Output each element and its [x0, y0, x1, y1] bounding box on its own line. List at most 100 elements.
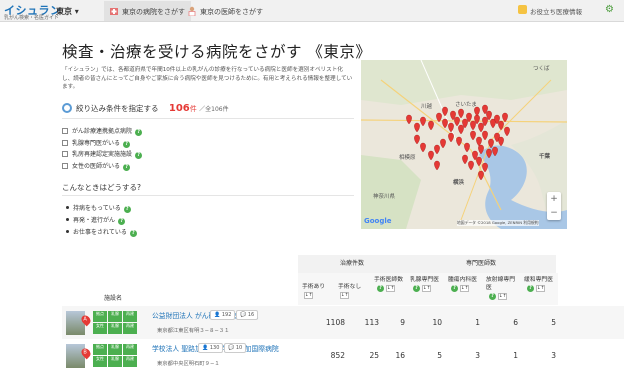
comment-count[interactable]: 💬 16	[236, 310, 259, 320]
sort-button[interactable]: ↓↑	[304, 292, 313, 299]
filter-option[interactable]: がん診療連携拠点病院?	[62, 126, 143, 138]
map-marker-icon[interactable]	[498, 120, 504, 131]
hospital-photo[interactable]	[66, 344, 85, 368]
help-icon[interactable]: ?	[135, 152, 143, 159]
map-marker-icon[interactable]	[482, 130, 488, 141]
map-marker-icon[interactable]	[428, 120, 434, 131]
checkbox[interactable]	[62, 128, 68, 134]
table-row[interactable]: A 拠点 乳腺 再建女性 乳腺 再建 公益財団法人 がん研究会 有明病院 👤 192 💬…	[62, 306, 624, 339]
help-icon[interactable]: ?	[451, 285, 458, 292]
map-marker-icon[interactable]	[478, 170, 484, 181]
map-marker-icon[interactable]	[470, 130, 476, 141]
hospital-map[interactable]: つくば さいたま 千葉 相模原 横浜 神奈川県 川越 + − Google 地図…	[361, 60, 567, 229]
help-icon[interactable]: ?	[527, 285, 534, 292]
zoom-in-button[interactable]: +	[547, 192, 561, 206]
map-marker-icon[interactable]	[428, 150, 434, 161]
checkbox[interactable]	[62, 151, 68, 157]
map-marker-icon[interactable]	[486, 148, 492, 159]
filter-toggle[interactable]: 絞り込み条件を指定する 106件 ／全106件	[62, 103, 229, 114]
help-icon[interactable]: ?	[413, 285, 420, 292]
map-marker-icon[interactable]	[476, 136, 482, 147]
like-count[interactable]: 👤 192	[210, 310, 236, 320]
feature-badge: 乳腺	[108, 356, 122, 367]
tab-doctors-label: 東京の医師をさがす	[200, 8, 263, 16]
map-marker-icon[interactable]	[476, 156, 482, 167]
gear-icon[interactable]: ⚙	[605, 4, 614, 15]
useful-info-link[interactable]: お役立ち医療情報	[518, 5, 582, 16]
map-marker-icon[interactable]	[458, 108, 464, 119]
comment-count[interactable]: 💬 10	[224, 343, 247, 353]
help-icon[interactable]: ?	[135, 129, 143, 136]
sort-button[interactable]: ↓↑	[422, 285, 431, 292]
help-icon[interactable]: ?	[123, 206, 131, 213]
column-header: 緩和専門医 ? ↓↑	[520, 273, 558, 305]
map-marker-icon[interactable]	[442, 118, 448, 129]
map-marker-icon[interactable]	[420, 116, 426, 127]
map-marker-icon[interactable]	[458, 124, 464, 135]
map-marker-icon[interactable]	[448, 122, 454, 133]
map-credit[interactable]: 地図データ ©2018 Google, ZENRIN 利用規約	[457, 220, 539, 226]
map-marker-icon[interactable]	[420, 142, 426, 153]
column-header-label: 腫瘍内科医	[448, 277, 477, 283]
map-marker-icon[interactable]	[474, 106, 480, 117]
help-icon[interactable]: ?	[377, 285, 384, 292]
table-row[interactable]: B 拠点乳腺再建女性乳腺再建 学校法人 聖路加国際大学 聖路加国際病院 👤 13…	[62, 339, 624, 372]
value-cell: 1	[513, 351, 518, 360]
map-marker-icon[interactable]	[502, 112, 508, 123]
map-marker-icon[interactable]	[406, 114, 412, 125]
help-icon[interactable]: ?	[118, 218, 126, 225]
map-marker-icon[interactable]	[442, 106, 448, 117]
hospital-photo[interactable]	[66, 311, 85, 335]
checkbox[interactable]	[62, 162, 68, 169]
map-marker-icon[interactable]	[462, 154, 468, 165]
filter-option[interactable]: 乳腺専門医がいる?	[62, 138, 142, 150]
help-icon[interactable]: ?	[129, 230, 137, 237]
help-icon[interactable]: ?	[489, 293, 496, 300]
map-marker-icon[interactable]	[464, 142, 470, 153]
map-marker-icon[interactable]	[414, 122, 420, 133]
region-selector[interactable]: 東京 ▾	[56, 6, 79, 17]
tab-doctors[interactable]: 東京の医師をさがす	[182, 1, 269, 21]
column-header: 腫瘍内科医 ? ↓↑	[444, 273, 482, 305]
map-marker-icon[interactable]	[498, 136, 504, 147]
tab-hospitals[interactable]: 東京の病院をさがす	[104, 1, 191, 21]
map-marker-icon[interactable]	[454, 116, 460, 127]
help-icon[interactable]: ?	[123, 163, 131, 171]
map-marker-icon[interactable]	[488, 138, 494, 149]
when-item-label: 再発・進行がん	[73, 217, 116, 224]
sort-button[interactable]: ↓↑	[386, 285, 395, 292]
map-marker-icon[interactable]	[448, 132, 454, 143]
checkbox[interactable]	[62, 139, 68, 146]
help-icon[interactable]: ?	[123, 140, 131, 148]
column-header: 手術医師数 ? ↓↑	[370, 273, 406, 305]
map-marker-icon[interactable]	[478, 144, 484, 155]
value-cell: 25	[369, 351, 379, 360]
filter-option[interactable]: 女性の医師がいる?	[62, 161, 142, 173]
map-marker-icon[interactable]	[482, 162, 488, 173]
sort-button[interactable]: ↓↑	[536, 285, 545, 292]
like-count[interactable]: 👤 130	[198, 343, 224, 353]
sort-button[interactable]: ↓↑	[498, 293, 507, 300]
google-logo: Google	[364, 217, 392, 225]
feature-badge: 女性	[93, 356, 107, 367]
value-cell: 6	[513, 318, 518, 327]
when-item[interactable]: 再発・進行がん?	[66, 215, 137, 227]
map-marker-icon[interactable]	[468, 160, 474, 171]
when-item[interactable]: お仕事をされている?	[66, 227, 137, 239]
zoom-out-button[interactable]: −	[547, 206, 561, 220]
sort-button[interactable]: ↓↑	[340, 292, 349, 299]
map-marker-icon[interactable]	[470, 120, 476, 131]
sort-button[interactable]: ↓↑	[460, 285, 469, 292]
filter-option[interactable]: 乳房再建認定実施施設?	[62, 149, 143, 161]
when-item[interactable]: 持病をもっている?	[66, 203, 137, 215]
map-marker-icon[interactable]	[456, 136, 462, 147]
map-marker-icon[interactable]	[434, 160, 440, 171]
map-marker-icon[interactable]	[440, 138, 446, 149]
value-cell: 1108	[325, 318, 345, 327]
map-marker-icon[interactable]	[492, 146, 498, 157]
map-marker-icon[interactable]	[414, 134, 420, 145]
map-marker-icon[interactable]	[504, 126, 510, 137]
map-marker-icon[interactable]	[434, 144, 440, 155]
map-marker-icon[interactable]	[436, 112, 442, 123]
map-marker-icon[interactable]	[478, 122, 484, 133]
